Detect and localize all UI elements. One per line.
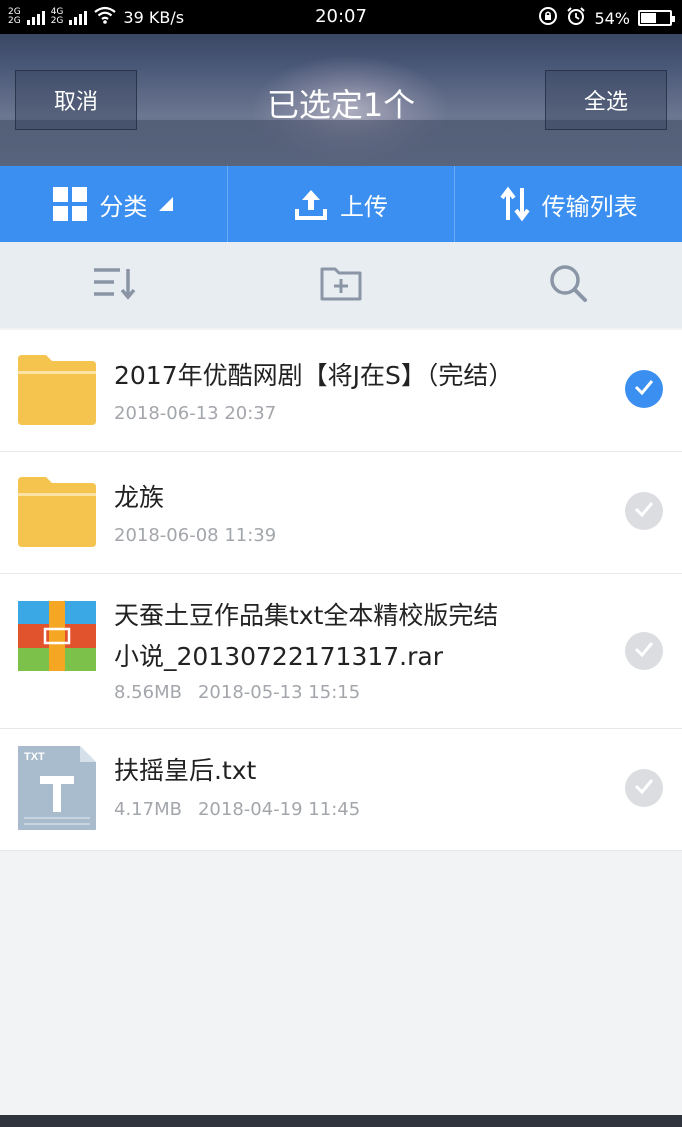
rotation-lock-icon (538, 6, 558, 30)
file-date: 2018-06-08 11:39 (114, 525, 277, 546)
file-row[interactable]: 天蚕土豆作品集txt全本精校版完结 小说_20130722171317.rar … (0, 574, 682, 729)
new-folder-icon (320, 265, 362, 305)
select-all-button[interactable]: 全选 (545, 70, 667, 130)
folder-icon (18, 477, 96, 551)
transfer-arrows-icon (500, 186, 530, 222)
file-meta: 4.17MB 2018-04-19 11:45 (114, 799, 360, 820)
upload-button[interactable]: 上传 (228, 166, 456, 242)
sort-button[interactable] (0, 242, 227, 328)
file-name: 龙族 (114, 483, 165, 512)
alarm-icon (566, 6, 586, 30)
unselected-checkbox[interactable] (625, 632, 663, 670)
dropdown-triangle-icon (159, 197, 174, 211)
txt-type-label: TXT (24, 751, 45, 763)
file-row[interactable]: 2017年优酷网剧【将J在S】（完结） 2018-06-13 20:37 (0, 330, 682, 452)
txt-file-icon: TXT (18, 746, 96, 834)
file-size: 8.56MB (114, 682, 182, 703)
grid-icon (53, 187, 88, 221)
checkmark-icon (634, 501, 654, 521)
file-name-line2: 小说_20130722171317.rar (114, 642, 444, 671)
action-bar: 分类 上传 传输列表 (0, 166, 682, 242)
checkmark-icon (634, 778, 654, 798)
upload-icon (294, 187, 328, 221)
checkmark-icon (634, 379, 654, 399)
tool-bar (0, 242, 682, 328)
file-row[interactable]: TXT 扶摇皇后.txt 4.17MB 2018-04-19 11:45 (0, 729, 682, 851)
battery-icon (638, 10, 675, 26)
transfer-list-label: 传输列表 (541, 192, 638, 221)
bottom-edge (0, 1115, 682, 1127)
file-date: 2018-05-13 15:15 (197, 682, 361, 703)
file-size: 4.17MB (114, 799, 182, 820)
unselected-checkbox[interactable] (625, 492, 663, 530)
file-row[interactable]: 龙族 2018-06-08 11:39 (0, 452, 682, 574)
category-button[interactable]: 分类 (0, 166, 228, 242)
checkmark-icon (634, 641, 654, 661)
file-name: 天蚕土豆作品集txt全本精校版完结 (114, 601, 499, 630)
archive-icon (18, 601, 96, 675)
file-list: 2017年优酷网剧【将J在S】（完结） 2018-06-13 20:37 龙族 … (0, 330, 682, 851)
file-name: 2017年优酷网剧【将J在S】（完结） (114, 361, 514, 390)
unselected-checkbox[interactable] (625, 769, 663, 807)
battery-percent: 54% (594, 8, 630, 28)
selected-checkbox[interactable] (625, 370, 663, 408)
search-icon (548, 263, 588, 307)
search-button[interactable] (455, 242, 682, 328)
sort-icon (92, 265, 136, 305)
file-meta: 8.56MB 2018-05-13 15:15 (114, 682, 360, 703)
transfer-list-button[interactable]: 传输列表 (455, 166, 682, 242)
file-date: 2018-06-13 20:37 (114, 403, 277, 424)
new-folder-button[interactable] (227, 242, 454, 328)
file-meta: 2018-06-13 20:37 (114, 403, 276, 424)
upload-label: 上传 (340, 192, 388, 221)
folder-icon (18, 355, 96, 429)
status-bar: 2G 2G 4G 2G 39 KB/s 20:07 54% (0, 0, 682, 34)
category-label: 分类 (99, 192, 148, 221)
file-meta: 2018-06-08 11:39 (114, 525, 276, 546)
file-date: 2018-04-19 11:45 (197, 799, 361, 820)
file-name: 扶摇皇后.txt (114, 756, 257, 785)
